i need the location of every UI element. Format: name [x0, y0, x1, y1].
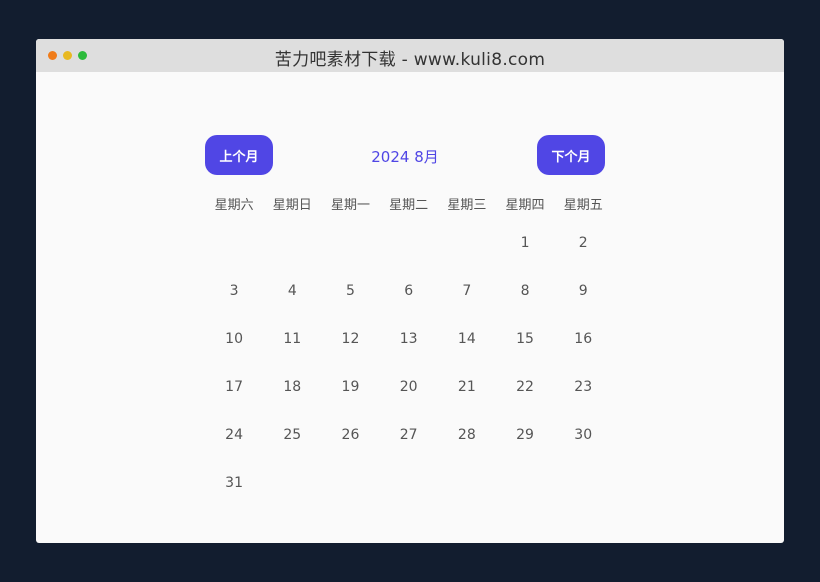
day-cell[interactable]: 8: [496, 281, 554, 329]
weekday-label: 星期三: [447, 198, 487, 213]
day-cell[interactable]: 12: [321, 329, 379, 377]
day-cell[interactable]: 2: [554, 233, 612, 281]
day-cell[interactable]: 25: [263, 425, 321, 473]
day-cell[interactable]: 3: [205, 281, 263, 329]
day-cell[interactable]: 4: [263, 281, 321, 329]
day-cell[interactable]: 13: [380, 329, 438, 377]
empty-day-cell: [380, 233, 438, 281]
day-cell[interactable]: 20: [380, 377, 438, 425]
day-cell[interactable]: 28: [438, 425, 496, 473]
day-cell[interactable]: 19: [321, 377, 379, 425]
next-month-button[interactable]: 下个月: [537, 135, 605, 175]
day-cell[interactable]: 5: [321, 281, 379, 329]
day-cell[interactable]: 21: [438, 377, 496, 425]
weekday-header: 星期六 星期日 星期一 星期二 星期三 星期四 星期五: [205, 194, 612, 213]
day-cell[interactable]: 27: [380, 425, 438, 473]
day-cell[interactable]: 10: [205, 329, 263, 377]
empty-day-cell: [205, 233, 263, 281]
weekday-label: 星期二: [389, 198, 429, 213]
day-cell[interactable]: 9: [554, 281, 612, 329]
weekday-label: 星期四: [505, 198, 545, 213]
empty-day-cell: [263, 233, 321, 281]
day-cell[interactable]: 14: [438, 329, 496, 377]
day-cell[interactable]: 7: [438, 281, 496, 329]
day-cell[interactable]: 18: [263, 377, 321, 425]
day-cell[interactable]: 24: [205, 425, 263, 473]
empty-day-cell: [438, 233, 496, 281]
browser-window: 苦力吧素材下载 - www.kuli8.com 上个月 2024 8月 下个月 …: [36, 39, 784, 543]
window-title: 苦力吧素材下载 - www.kuli8.com: [274, 50, 546, 70]
day-cell[interactable]: 23: [554, 377, 612, 425]
day-grid: 1 2 3 4 5 6 7 8 9 10 11 12 13 14 15 16 17 18 19 20 21 22 23 24 2…: [205, 233, 612, 521]
weekday-label: 星期日: [272, 198, 312, 213]
day-cell[interactable]: 31: [205, 473, 263, 521]
title-bar: 苦力吧素材下载 - www.kuli8.com: [36, 39, 784, 72]
day-cell[interactable]: 15: [496, 329, 554, 377]
day-cell[interactable]: 17: [205, 377, 263, 425]
day-cell[interactable]: 1: [496, 233, 554, 281]
weekday-label: 星期五: [563, 198, 603, 213]
day-cell[interactable]: 30: [554, 425, 612, 473]
prev-month-button[interactable]: 上个月: [205, 135, 273, 175]
day-cell[interactable]: 11: [263, 329, 321, 377]
day-cell[interactable]: 26: [321, 425, 379, 473]
weekday-label: 星期六: [214, 198, 254, 213]
day-cell[interactable]: 16: [554, 329, 612, 377]
empty-day-cell: [321, 233, 379, 281]
day-cell[interactable]: 22: [496, 377, 554, 425]
day-cell[interactable]: 29: [496, 425, 554, 473]
current-month-label: 2024 8月: [371, 148, 439, 166]
day-cell[interactable]: 6: [380, 281, 438, 329]
weekday-label: 星期一: [330, 198, 370, 213]
